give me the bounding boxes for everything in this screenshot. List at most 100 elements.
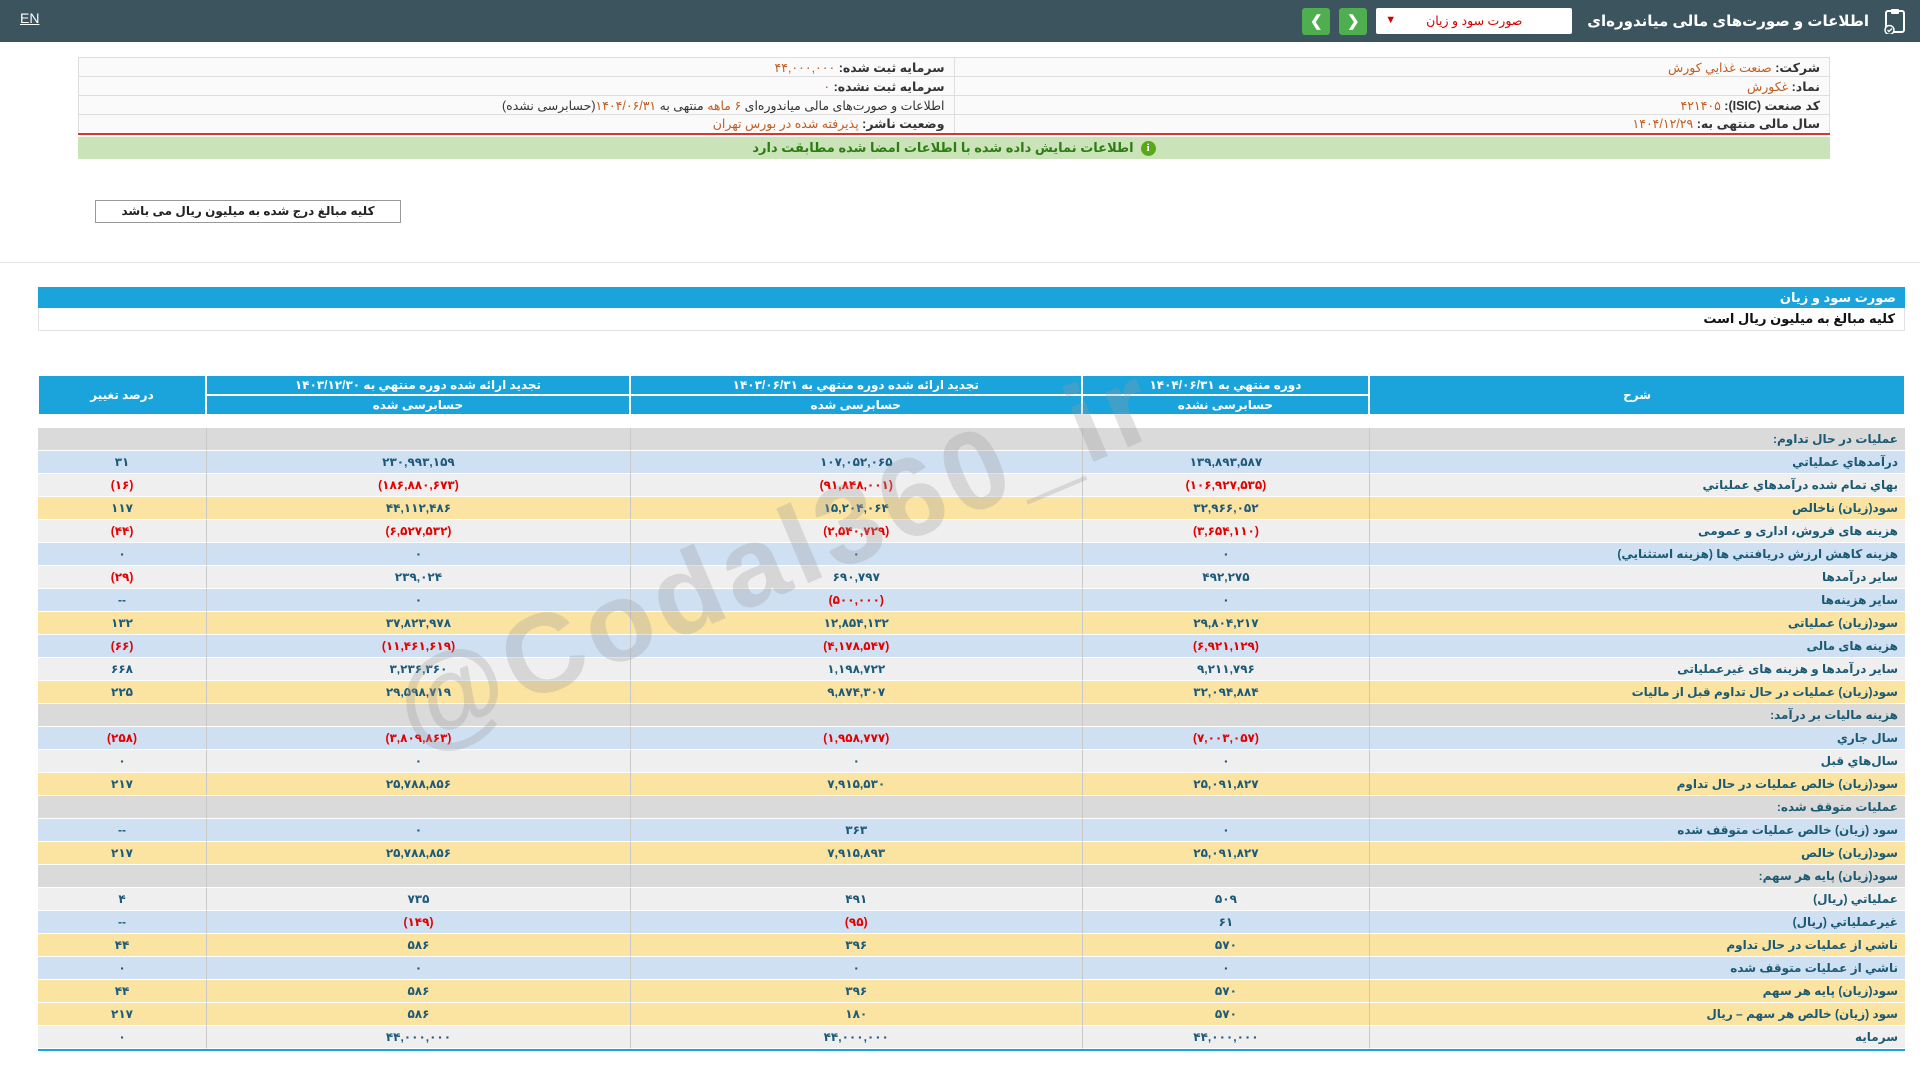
- cell-prior-12m: ۷۳۵: [206, 888, 630, 911]
- cell-current-period: ۳۲,۰۹۴,۸۸۴: [1081, 681, 1370, 704]
- company-cell: شرکت: صنعت غذايي كورش: [953, 57, 1830, 77]
- cell-prior-6m: ۹,۸۷۴,۳۰۷: [629, 681, 1082, 704]
- header-current-period: دوره منتهي به ۱۴۰۴/۰۶/۳۱: [1081, 375, 1370, 395]
- row-label: ساير درآمدها: [1369, 566, 1905, 589]
- cell-prior-6m: ۰: [629, 957, 1082, 980]
- cell-change-pct: ۰: [38, 1026, 207, 1049]
- cell-change-pct: ۰: [38, 957, 207, 980]
- section-row: سود(زيان) پايه هر سهم:: [38, 865, 1905, 888]
- cell-current-period: ۰: [1081, 589, 1370, 612]
- cell-change-pct: (۶۶): [38, 635, 207, 658]
- row-label: سود(زيان) خالص عمليات در حال تداوم: [1369, 773, 1905, 796]
- registered-capital-label: سرمایه ثبت شده:: [838, 60, 945, 75]
- cell-prior-12m: ۴۴,۰۰۰,۰۰۰: [206, 1026, 630, 1049]
- cell-current-period: ۰: [1081, 957, 1370, 980]
- row-label: عمليات متوقف شده:: [1369, 796, 1905, 819]
- cell-prior-12m: (۱۱,۴۶۱,۶۱۹): [206, 635, 630, 658]
- row-label: سود(زيان) پايه هر سهم: [1369, 980, 1905, 1003]
- cell-change-pct: ۲۱۷: [38, 773, 207, 796]
- row-label: بهاي تمام شده درآمدهاي عملياتي: [1369, 474, 1905, 497]
- table-row: سود(زيان) عمليات در حال تداوم قبل از مال…: [38, 681, 1905, 704]
- section-row: عملیات در حال تداوم:: [38, 428, 1905, 451]
- language-en-link[interactable]: EN: [20, 10, 39, 26]
- cell-current-period: (۶,۹۲۱,۱۲۹): [1081, 635, 1370, 658]
- table-row: هزينه هاى مالى (۶,۹۲۱,۱۲۹) (۴,۱۷۸,۵۴۷) (۱۱,…: [38, 635, 1905, 658]
- table-row: سال‌هاي قبل ۰ ۰ ۰ ۰: [38, 750, 1905, 773]
- cell-change-pct: [38, 865, 207, 888]
- cell-current-period: ۶۱: [1081, 911, 1370, 934]
- cell-prior-6m: (۱,۹۵۸,۷۷۷): [629, 727, 1082, 750]
- cell-prior-12m: ۵۸۶: [206, 980, 630, 1003]
- symbol-value: غكورش: [1746, 79, 1789, 94]
- statement-type-select[interactable]: ▼ صورت سود و زیان: [1376, 8, 1573, 34]
- cell-current-period: (۳,۶۵۴,۱۱۰): [1081, 520, 1370, 543]
- table-row: سود (زيان) خالص هر سهم – ريال ۵۷۰ ۱۸۰ ۵۸۶ ۲۱…: [38, 1003, 1905, 1026]
- cell-change-pct: ۳۱: [38, 451, 207, 474]
- unregistered-capital-value: ۰: [823, 79, 831, 94]
- isic-cell: کد صنعت (ISIC): ۴۲۱۴۰۵: [953, 95, 1830, 115]
- cell-prior-12m: ۵۸۶: [206, 1003, 630, 1026]
- header-spacer-row: [38, 415, 1905, 428]
- divider: [0, 262, 1920, 263]
- table-row: سود(زيان) خالص ۲۵,۰۹۱,۸۲۷ ۷,۹۱۵,۸۹۳ ۲۵,۷۸۸,…: [38, 842, 1905, 865]
- header-controls: ❮ ❯ ▼ صورت سود و زیان اطلاعات و صورت‌های…: [1302, 0, 1906, 42]
- issuer-status-cell: وضعیت ناشر: پذيرفته شده در بورس تهران: [78, 114, 955, 134]
- row-label: هزينه كاهش ارزش دريافتني ها (هزينه استثن…: [1369, 543, 1905, 566]
- chevron-down-icon: ▼: [1385, 14, 1397, 26]
- previous-statement-button[interactable]: ❮: [1302, 7, 1331, 35]
- cell-prior-12m: ۲۳۹,۰۲۴: [206, 566, 630, 589]
- section-row: هزينه ماليات بر درآمد:: [38, 704, 1905, 727]
- cell-current-period: (۱۰۶,۹۲۷,۵۳۵): [1081, 474, 1370, 497]
- cell-prior-12m: ۴۴,۱۱۲,۴۸۶: [206, 497, 630, 520]
- cell-change-pct: --: [38, 911, 207, 934]
- next-statement-button[interactable]: ❯: [1339, 7, 1368, 35]
- cell-prior-6m: (۹۱,۸۴۸,۰۰۱): [629, 474, 1082, 497]
- cell-prior-6m: [629, 865, 1082, 888]
- cell-prior-6m: [629, 428, 1082, 451]
- cell-current-period: [1081, 796, 1370, 819]
- cell-prior-6m: [629, 796, 1082, 819]
- fiscal-year-label: سال مالی منتهی به:: [1696, 117, 1820, 132]
- cell-change-pct: ۲۲۵: [38, 681, 207, 704]
- registered-capital-value: ۴۴,۰۰۰,۰۰۰: [774, 60, 836, 75]
- table-row: شرکت: صنعت غذايي كورش سرمایه ثبت شده: ۴۴…: [78, 57, 1830, 77]
- row-label: سود(زيان) پايه هر سهم:: [1369, 865, 1905, 888]
- company-info-table: شرکت: صنعت غذايي كورش سرمایه ثبت شده: ۴۴…: [78, 57, 1830, 135]
- issuer-status-label: وضعیت ناشر:: [862, 117, 945, 132]
- cell-prior-6m: (۲,۵۴۰,۷۲۹): [629, 520, 1082, 543]
- cell-prior-6m: ۰: [629, 543, 1082, 566]
- cell-prior-6m: (۵۰۰,۰۰۰): [629, 589, 1082, 612]
- cell-change-pct: ۴۴: [38, 980, 207, 1003]
- cell-prior-12m: [206, 428, 630, 451]
- cell-current-period: [1081, 704, 1370, 727]
- header-prior-12m-period: تجدید ارائه شده دوره منتهي به ۱۴۰۳/۱۲/۳۰: [206, 375, 630, 395]
- company-name: صنعت غذايي كورش: [1667, 60, 1772, 75]
- table-row: سود(زيان) پايه هر سهم ۵۷۰ ۳۹۶ ۵۸۶ ۴۴: [38, 980, 1905, 1003]
- cell-prior-12m: ۲۵,۷۸۸,۸۵۶: [206, 842, 630, 865]
- cell-current-period: [1081, 428, 1370, 451]
- cell-prior-12m: ۰: [206, 589, 630, 612]
- period-text: منتهی به: [656, 98, 708, 113]
- cell-prior-6m: ۶۹۰,۷۹۷: [629, 566, 1082, 589]
- row-label: سرمايه: [1369, 1026, 1905, 1049]
- cell-prior-12m: [206, 796, 630, 819]
- income-statement-tbody: عملیات در حال تداوم: درآمدهاي عملياتي ۱۳۹,…: [38, 428, 1905, 1049]
- income-statement-table: شرح دوره منتهي به ۱۴۰۴/۰۶/۳۱ تجدید ارائه…: [38, 375, 1905, 1051]
- row-label: هزينه هاى مالى: [1369, 635, 1905, 658]
- amounts-unit-note: کلیه مبالغ درج شده به میلیون ریال می باش…: [95, 200, 401, 223]
- cell-change-pct: ۰: [38, 543, 207, 566]
- cell-current-period: ۲۹,۸۰۴,۲۱۷: [1081, 612, 1370, 635]
- header-description: شرح: [1369, 375, 1905, 415]
- row-label: ناشي از عمليات در حال تداوم: [1369, 934, 1905, 957]
- cell-change-pct: [38, 796, 207, 819]
- clipboard-report-icon: [1884, 9, 1905, 34]
- table-row: سرمايه ۴۴,۰۰۰,۰۰۰ ۴۴,۰۰۰,۰۰۰ ۴۴,۰۰۰,۰۰۰ ۰: [38, 1026, 1905, 1049]
- fiscal-year-value: ۱۴۰۴/۱۲/۲۹: [1632, 117, 1694, 132]
- cell-prior-12m: ۰: [206, 543, 630, 566]
- period-description-cell: اطلاعات و صورت‌های مالی میاندوره‌ای ۶ ما…: [78, 95, 955, 115]
- table-row: ساير درآمدها ۴۹۲,۲۷۵ ۶۹۰,۷۹۷ ۲۳۹,۰۲۴ (۲۹): [38, 566, 1905, 589]
- table-row: درآمدهاي عملياتي ۱۳۹,۸۹۳,۵۸۷ ۱۰۷,۰۵۲,۰۶۵ ۲۳…: [38, 451, 1905, 474]
- table-row: سود(زيان) عملياتى ۲۹,۸۰۴,۲۱۷ ۱۲,۸۵۴,۱۳۲ ۳۷,…: [38, 612, 1905, 635]
- cell-current-period: ۵۷۰: [1081, 980, 1370, 1003]
- cell-prior-6m: ۱۲,۸۵۴,۱۳۲: [629, 612, 1082, 635]
